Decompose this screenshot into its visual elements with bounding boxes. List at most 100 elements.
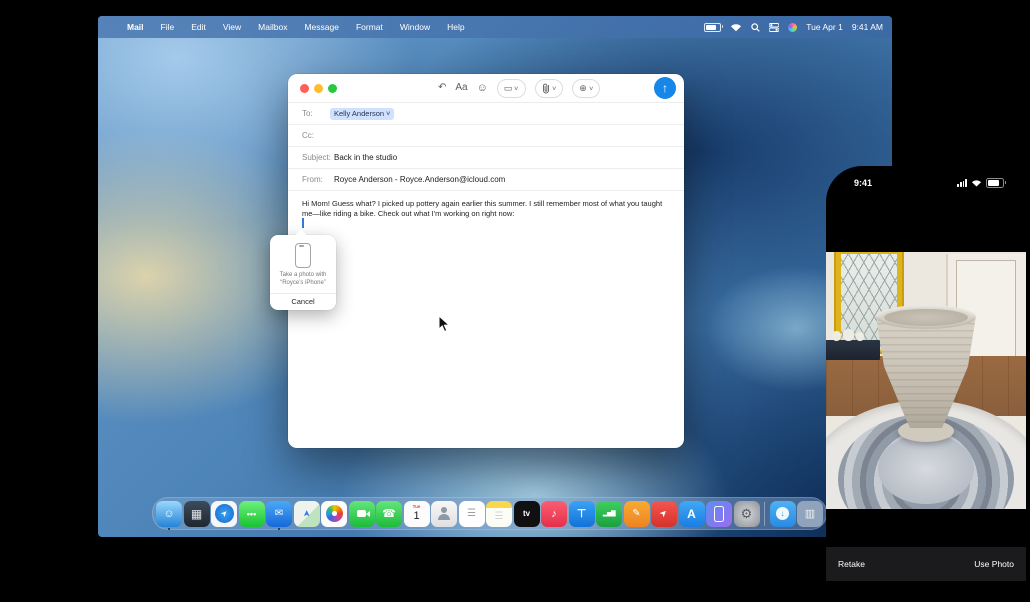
send-button[interactable]: ↑ — [654, 77, 676, 99]
dock-item-phone[interactable]: ☎ — [376, 501, 402, 527]
mail-compose-window: ↶ Aa ☺ ▭ ∨ ∨ ⊕ ∨ ↑ To: K — [288, 74, 684, 448]
pages-pen-icon: ✎ — [632, 508, 640, 519]
app-store-icon: A — [687, 507, 696, 521]
launchpad-icon: ▦ — [191, 507, 202, 521]
text-cursor — [302, 218, 304, 228]
wifi-icon[interactable] — [730, 23, 742, 32]
gear-icon: ⚙ — [741, 506, 753, 522]
dock-item-numbers[interactable]: ▂▅▇ — [596, 501, 622, 527]
facetime-camera-icon — [357, 510, 366, 517]
apple-tv-icon: tv — [523, 509, 530, 518]
safari-compass-icon: ➤ — [215, 504, 234, 523]
maps-icon: ➤ — [301, 510, 312, 518]
cellular-bars-icon — [957, 179, 967, 187]
dock-item-app-store[interactable]: A — [679, 501, 705, 527]
contacts-person-icon — [441, 507, 447, 513]
dock-item-tv[interactable]: tv — [514, 501, 540, 527]
calendar-day-number: 1 — [413, 511, 419, 522]
control-center-icon[interactable] — [769, 23, 779, 32]
menu-bar-date[interactable]: Tue Apr 1 — [806, 22, 843, 32]
dock-item-finder[interactable]: ☺ — [156, 501, 182, 527]
menu-item-format[interactable]: Format — [356, 22, 383, 32]
menu-item-mail[interactable]: Mail — [127, 22, 144, 32]
attach-file-button[interactable]: ∨ — [535, 79, 563, 98]
retake-button[interactable]: Retake — [838, 559, 865, 569]
captured-photo-pottery — [826, 252, 1026, 509]
menu-item-mailbox[interactable]: Mailbox — [258, 22, 287, 32]
dock-item-keynote[interactable]: ⊤ — [569, 501, 595, 527]
iphone-outline-icon — [295, 243, 311, 268]
message-body[interactable]: Hi Mom! Guess what? I picked up pottery … — [288, 191, 684, 219]
menu-item-file[interactable]: File — [161, 22, 175, 32]
from-value: Royce Anderson - Royce.Anderson@icloud.c… — [334, 175, 505, 184]
dock-item-downloads[interactable]: ↓ — [770, 501, 796, 527]
dock: ☺ ▦ ➤ ••• ✉ ➤ ☎ Tue 1 ☰ ☰ tv ♪ ⊤ ▂▅▇ ✎ ➤… — [152, 497, 827, 530]
use-photo-button[interactable]: Use Photo — [974, 559, 1014, 569]
notes-icon: ☰ — [495, 511, 504, 522]
from-field[interactable]: From: Royce Anderson - Royce.Anderson@ic… — [288, 169, 684, 191]
undo-icon[interactable]: ↶ — [438, 83, 446, 93]
paperclip-icon — [542, 83, 550, 94]
dock-item-pages[interactable]: ✎ — [624, 501, 650, 527]
downloads-arrow-icon: ↓ — [776, 507, 789, 520]
photos-pinwheel-icon — [326, 505, 343, 522]
menu-item-message[interactable]: Message — [304, 22, 339, 32]
dock-item-facetime[interactable] — [349, 501, 375, 527]
dock-item-trash[interactable]: ▥ — [797, 501, 823, 527]
popup-text-line1: Take a photo with — [274, 272, 332, 280]
dock-item-maps[interactable]: ➤ — [294, 501, 320, 527]
zoom-window-button[interactable] — [328, 84, 337, 93]
insert-from-iphone-icon: ⊕ — [579, 83, 587, 94]
photo-browser-icon: ▭ — [504, 83, 513, 94]
iphone-status-bar: 9:41 — [826, 176, 1026, 190]
iphone-status-time: 9:41 — [854, 178, 872, 188]
dock-item-notes[interactable]: ☰ — [486, 501, 512, 527]
mail-icon: ✉ — [275, 508, 283, 519]
close-window-button[interactable] — [300, 84, 309, 93]
music-note-icon: ♪ — [551, 508, 557, 520]
insert-from-iphone-button[interactable]: ⊕ ∨ — [572, 79, 600, 98]
chevron-down-icon: ∨ — [385, 110, 391, 117]
dock-item-photos[interactable] — [321, 501, 347, 527]
cc-field[interactable]: Cc: — [288, 125, 684, 147]
format-text-button[interactable]: Aa — [455, 83, 467, 93]
to-field[interactable]: To: Kelly Anderson ∨ — [288, 103, 684, 125]
photo-browser-button[interactable]: ▭ ∨ — [497, 79, 526, 98]
menu-item-help[interactable]: Help — [447, 22, 464, 32]
numbers-chart-icon: ▂▅▇ — [603, 510, 615, 517]
recipient-token[interactable]: Kelly Anderson ∨ — [330, 108, 394, 120]
dock-item-safari[interactable]: ➤ — [211, 501, 237, 527]
dock-item-music[interactable]: ♪ — [541, 501, 567, 527]
dock-item-mail[interactable]: ✉ — [266, 501, 292, 527]
dock-item-contacts[interactable] — [431, 501, 457, 527]
dock-item-system-settings[interactable]: ⚙ — [734, 501, 760, 527]
battery-icon — [986, 178, 1004, 188]
siri-icon[interactable] — [788, 23, 797, 32]
from-label: From: — [302, 175, 334, 184]
subject-field[interactable]: Subject: Back in the studio — [288, 147, 684, 169]
dock-item-iphone-mirroring[interactable] — [706, 501, 732, 527]
iphone-mirroring-icon — [714, 506, 724, 522]
battery-icon[interactable] — [704, 23, 721, 32]
dock-item-rocket-app[interactable]: ➤ — [651, 501, 677, 527]
menu-bar-time[interactable]: 9:41 AM — [852, 22, 883, 32]
macbook-desktop: Mail File Edit View Mailbox Message Form… — [98, 16, 892, 537]
wifi-icon — [971, 179, 982, 187]
dock-item-launchpad[interactable]: ▦ — [184, 501, 210, 527]
spotlight-search-icon[interactable] — [751, 23, 760, 32]
dock-item-reminders[interactable]: ☰ — [459, 501, 485, 527]
keynote-icon: ⊤ — [577, 507, 587, 520]
menu-item-window[interactable]: Window — [400, 22, 430, 32]
menu-item-edit[interactable]: Edit — [191, 22, 206, 32]
subject-value: Back in the studio — [334, 153, 397, 162]
dock-item-messages[interactable]: ••• — [239, 501, 265, 527]
minimize-window-button[interactable] — [314, 84, 323, 93]
phone-icon: ☎ — [382, 507, 396, 520]
continuity-camera-popup: Take a photo with “Royce’s iPhone” Cance… — [270, 235, 336, 310]
cancel-button[interactable]: Cancel — [270, 293, 336, 310]
dock-divider — [764, 502, 765, 526]
menu-item-view[interactable]: View — [223, 22, 241, 32]
dock-item-calendar[interactable]: Tue 1 — [404, 501, 430, 527]
emoji-picker-icon[interactable]: ☺ — [477, 83, 488, 93]
chevron-down-icon: ∨ — [588, 85, 594, 92]
